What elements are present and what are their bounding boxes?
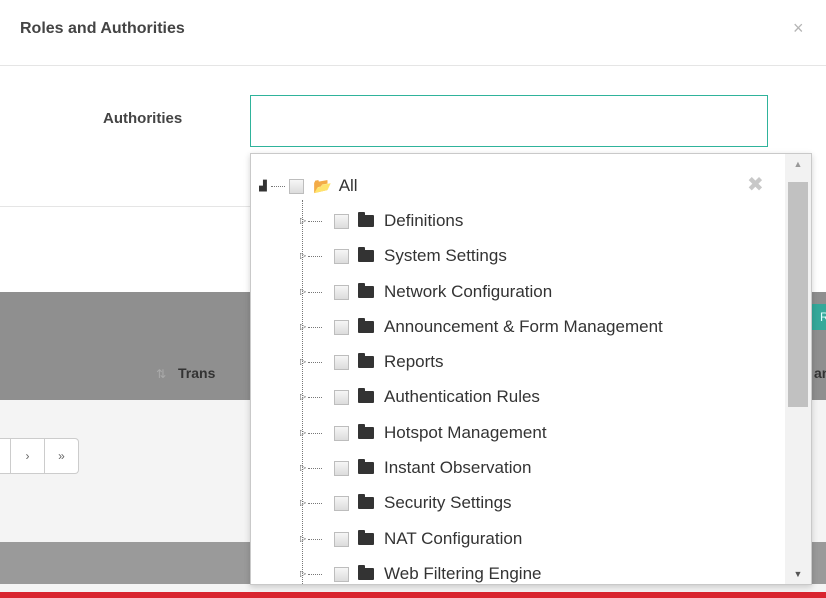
tree-node-reports[interactable]: ▷ Reports [300, 352, 444, 372]
column-header-transaction[interactable]: Trans [178, 365, 215, 381]
checkbox[interactable] [334, 495, 349, 511]
checkbox[interactable] [334, 319, 349, 335]
tree-node-announcement-form-management[interactable]: ▷ Announcement & Form Management [300, 317, 663, 337]
tree-node-security-settings[interactable]: ▷ Security Settings [300, 493, 512, 513]
checkbox[interactable] [334, 460, 349, 476]
expand-icon[interactable]: ▷ [300, 217, 306, 225]
folder-icon [358, 459, 374, 474]
tree-connector [308, 361, 322, 363]
checkbox[interactable] [334, 354, 349, 370]
tree-connector [308, 291, 322, 293]
tree-connector [308, 220, 322, 222]
bottom-accent-bar [0, 592, 826, 598]
tree-node-label: Security Settings [384, 493, 512, 512]
folder-open-icon: 📂 [313, 178, 332, 195]
authorities-label: Authorities [103, 110, 183, 127]
expand-icon[interactable]: ▷ [300, 535, 306, 543]
authorities-tree-dropdown: ✖ ▟ 📂 All ▷ Definitions ▷ System Setting… [250, 153, 812, 585]
collapse-icon[interactable]: ▟ [259, 181, 271, 192]
tree-connector [308, 502, 322, 504]
checkbox[interactable] [334, 213, 349, 229]
pager-prev-button[interactable] [0, 439, 10, 473]
tree-node-label: Definitions [384, 211, 464, 230]
tree-connector [308, 573, 322, 575]
tree-node-nat-configuration[interactable]: ▷ NAT Configuration [300, 529, 522, 549]
tree-node-root[interactable]: ▟ 📂 All [259, 176, 358, 196]
scroll-up-icon[interactable]: ▲ [785, 154, 811, 174]
background-action-button[interactable]: R [812, 304, 826, 330]
tree-node-label: System Settings [384, 246, 507, 265]
pager-next-button[interactable]: › [10, 439, 44, 473]
folder-icon [358, 247, 374, 262]
tree-node-network-configuration[interactable]: ▷ Network Configuration [300, 282, 552, 302]
tree-node-system-settings[interactable]: ▷ System Settings [300, 246, 507, 266]
tree-connector [308, 538, 322, 540]
folder-icon [358, 212, 374, 227]
pagination: › » [0, 438, 79, 474]
tree-node-label: Network Configuration [384, 282, 553, 301]
tree-connector [308, 326, 322, 328]
expand-icon[interactable]: ▷ [300, 570, 306, 578]
folder-icon [358, 494, 374, 509]
tree-scrollbar[interactable]: ▲ ▼ [785, 154, 811, 584]
tree-node-label: NAT Configuration [384, 529, 523, 548]
expand-icon[interactable]: ▷ [300, 252, 306, 260]
expand-icon[interactable]: ▷ [300, 323, 306, 331]
tree-node-label: All [338, 176, 358, 195]
expand-icon[interactable]: ▷ [300, 288, 306, 296]
tree-connector [271, 185, 285, 187]
folder-icon [358, 283, 374, 298]
checkbox[interactable] [334, 566, 349, 582]
tree-connector [308, 467, 322, 469]
tree-connector [308, 432, 322, 434]
tree-node-hotspot-management[interactable]: ▷ Hotspot Management [300, 423, 547, 443]
tree-node-label: Announcement & Form Management [384, 317, 663, 336]
folder-icon [358, 353, 374, 368]
expand-icon[interactable]: ▷ [300, 429, 306, 437]
background-action-label: R [820, 310, 826, 324]
expand-icon[interactable]: ▷ [300, 358, 306, 366]
tree-node-label: Web Filtering Engine [384, 564, 542, 583]
folder-icon [358, 565, 374, 580]
tree-connector [308, 396, 322, 398]
modal-title: Roles and Authorities [20, 20, 185, 37]
checkbox-root[interactable] [289, 178, 304, 194]
tree-connector [308, 255, 322, 257]
expand-icon[interactable]: ▷ [300, 393, 306, 401]
tree-node-web-filtering-engine[interactable]: ▷ Web Filtering Engine [300, 564, 542, 584]
folder-icon [358, 318, 374, 333]
modal-close-icon[interactable]: × [793, 18, 804, 38]
modal-header: Roles and Authorities × [0, 0, 826, 66]
tree-close-icon[interactable]: ✖ [747, 172, 764, 197]
tree-node-authentication-rules[interactable]: ▷ Authentication Rules [300, 387, 540, 407]
tree-node-label: Instant Observation [384, 458, 532, 477]
folder-icon [358, 388, 374, 403]
tree-node-instant-observation[interactable]: ▷ Instant Observation [300, 458, 531, 478]
tree-node-label: Reports [384, 352, 444, 371]
scroll-down-icon[interactable]: ▼ [785, 564, 811, 584]
pager-last-button[interactable]: » [44, 439, 78, 473]
tree-node-label: Authentication Rules [384, 387, 540, 406]
authorities-input[interactable] [250, 95, 768, 147]
expand-icon[interactable]: ▷ [300, 499, 306, 507]
checkbox[interactable] [334, 425, 349, 441]
folder-icon [358, 424, 374, 439]
checkbox[interactable] [334, 248, 349, 264]
checkbox[interactable] [334, 389, 349, 405]
checkbox[interactable] [334, 531, 349, 547]
sort-icon[interactable]: ⇅ [156, 367, 166, 381]
form-divider [0, 206, 250, 207]
scrollbar-thumb[interactable] [788, 182, 808, 407]
tree-node-label: Hotspot Management [384, 423, 547, 442]
column-header-right[interactable]: an [814, 365, 826, 381]
folder-icon [358, 530, 374, 545]
tree-node-definitions[interactable]: ▷ Definitions [300, 211, 463, 231]
checkbox[interactable] [334, 284, 349, 300]
expand-icon[interactable]: ▷ [300, 464, 306, 472]
